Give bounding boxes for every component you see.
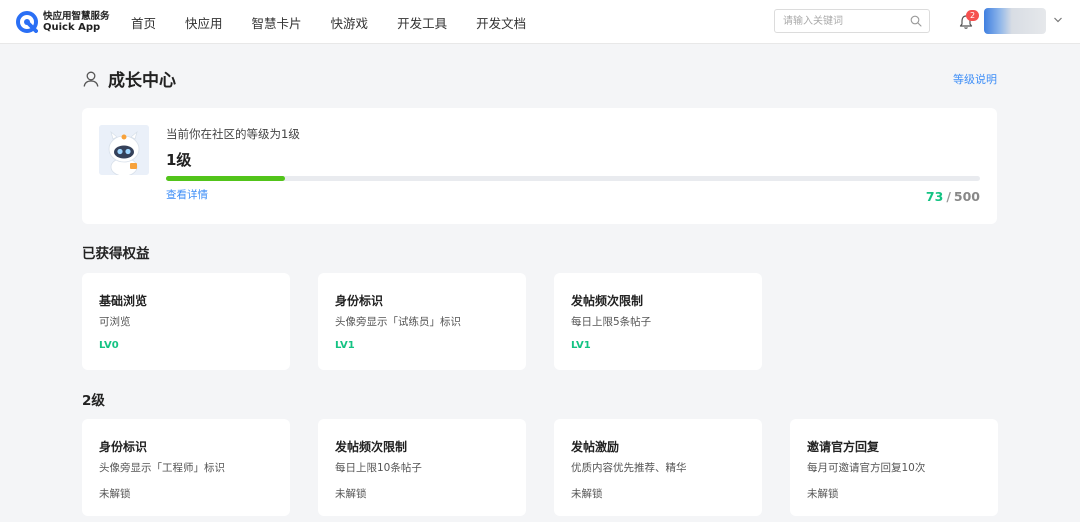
- benefit-lock-status: 未解锁: [571, 488, 603, 500]
- points-readout: 73/500: [926, 189, 980, 204]
- notification-badge: 2: [966, 10, 979, 21]
- benefit-lock-status: 未解锁: [807, 488, 839, 500]
- main-nav: 首页 快应用 智慧卡片 快游戏 开发工具 开发文档: [131, 0, 555, 44]
- quick-app-logo[interactable]: 快应用智慧服务 Quick App: [16, 9, 110, 35]
- logo-en: Quick App: [43, 22, 101, 33]
- search-input[interactable]: [783, 10, 911, 32]
- search-icon[interactable]: [910, 15, 922, 27]
- benefit-desc: 头像旁显示「工程师」标识: [99, 462, 225, 474]
- avatar[interactable]: [984, 8, 1046, 34]
- level-2-title: 2级: [82, 393, 105, 409]
- benefit-card: 基础浏览 可浏览 LV0: [82, 273, 290, 370]
- benefit-name: 邀请官方回复: [807, 440, 880, 454]
- benefit-card: 发帖频次限制 每日上限5条帖子 LV1: [554, 273, 762, 370]
- current-level: 1级: [166, 151, 192, 169]
- top-header: 快应用智慧服务 Quick App 首页 快应用 智慧卡片 快游戏 开发工具 开…: [0, 0, 1080, 44]
- points-max: 500: [953, 189, 980, 204]
- chevron-down-icon[interactable]: [1053, 16, 1063, 24]
- nav-home[interactable]: 首页: [131, 13, 156, 32]
- nav-quick-game[interactable]: 快游戏: [331, 13, 369, 32]
- benefit-level-tag: LV0: [99, 340, 119, 351]
- level-card: 当前你在社区的等级为1级 1级 查看详情 73/500: [82, 108, 997, 224]
- mascot-illustration: [99, 125, 149, 175]
- benefit-desc: 可浏览: [99, 316, 131, 328]
- level-explanation-link[interactable]: 等级说明: [953, 71, 997, 87]
- nav-smart-card[interactable]: 智慧卡片: [252, 13, 302, 32]
- benefit-name: 基础浏览: [99, 294, 148, 308]
- earned-benefits-title: 已获得权益: [82, 246, 150, 262]
- benefit-card: 身份标识 头像旁显示「试练员」标识 LV1: [318, 273, 526, 370]
- nav-dev-tools[interactable]: 开发工具: [397, 13, 447, 32]
- search-box: [774, 9, 930, 33]
- nav-dev-docs[interactable]: 开发文档: [476, 13, 526, 32]
- benefit-desc: 每月可邀请官方回复10次: [807, 462, 926, 474]
- points-separator: /: [946, 189, 951, 204]
- benefit-lock-status: 未解锁: [335, 488, 367, 500]
- user-icon: [83, 71, 99, 87]
- benefit-desc: 每日上限10条帖子: [335, 462, 422, 474]
- mascot-avatar: [99, 125, 149, 175]
- benefit-desc: 优质内容优先推荐、精华: [571, 462, 687, 474]
- benefit-card: 身份标识 头像旁显示「工程师」标识 未解锁: [82, 419, 290, 516]
- benefit-name: 发帖频次限制: [335, 440, 408, 454]
- benefit-desc: 头像旁显示「试练员」标识: [335, 316, 461, 328]
- benefit-level-tag: LV1: [571, 340, 591, 351]
- benefit-name: 发帖频次限制: [571, 294, 644, 308]
- points-current: 73: [925, 189, 944, 204]
- benefit-desc: 每日上限5条帖子: [571, 316, 652, 328]
- benefit-name: 身份标识: [335, 294, 384, 308]
- benefit-card: 邀请官方回复 每月可邀请官方回复10次 未解锁: [790, 419, 998, 516]
- benefit-lock-status: 未解锁: [99, 488, 131, 500]
- level-progress-bar: [166, 176, 980, 181]
- page-title: 成长中心: [108, 71, 176, 91]
- level-progress-fill: [166, 176, 285, 181]
- logo-text: 快应用智慧服务 Quick App: [43, 11, 110, 33]
- level-description: 当前你在社区的等级为1级: [166, 127, 300, 141]
- nav-quick-app[interactable]: 快应用: [185, 13, 223, 32]
- benefit-card: 发帖激励 优质内容优先推荐、精华 未解锁: [554, 419, 762, 516]
- view-details-link[interactable]: 查看详情: [166, 187, 208, 202]
- page-title-row: 成长中心: [82, 66, 176, 91]
- benefit-name: 发帖激励: [571, 440, 620, 454]
- logo-cn: 快应用智慧服务: [43, 11, 110, 22]
- benefit-card: 发帖频次限制 每日上限10条帖子 未解锁: [318, 419, 526, 516]
- benefit-level-tag: LV1: [335, 340, 355, 351]
- quick-app-logo-icon: [16, 11, 38, 33]
- benefit-name: 身份标识: [99, 440, 148, 454]
